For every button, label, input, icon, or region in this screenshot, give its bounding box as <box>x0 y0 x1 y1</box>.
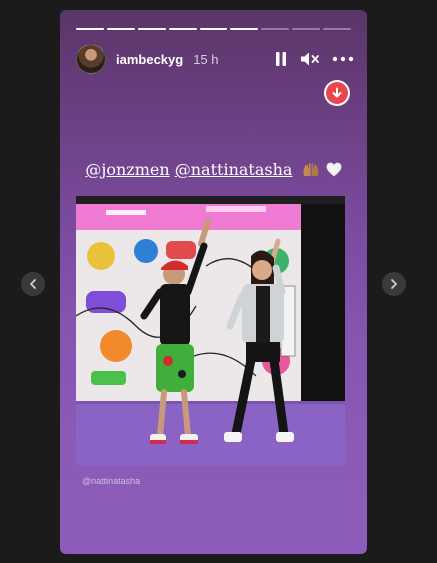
more-options-icon[interactable] <box>332 56 354 62</box>
pause-icon[interactable] <box>274 51 288 67</box>
story-photo <box>76 196 345 465</box>
mention-link-nattinatasha[interactable]: @nattinatasha <box>175 160 293 179</box>
mention-link-jonzmen[interactable]: @jonzmen <box>85 160 169 179</box>
progress-segment <box>199 28 228 30</box>
story-timestamp: 15 h <box>193 51 219 67</box>
progress-segment <box>323 28 352 30</box>
white-heart-emoji <box>326 162 342 177</box>
progress-segment <box>230 28 259 30</box>
raising-hands-emoji <box>303 163 318 176</box>
progress-segment <box>261 28 290 30</box>
previous-story-button[interactable] <box>21 272 45 296</box>
story-viewer[interactable]: iambeckyg 15 h @jonzmen @nattinatasha @n… <box>60 10 367 554</box>
progress-segment <box>137 28 166 30</box>
download-arrow-icon <box>332 87 342 98</box>
story-caption: @jonzmen @nattinatasha <box>60 160 367 179</box>
story-progress-bar <box>76 28 352 30</box>
story-header: iambeckyg 15 h <box>76 44 354 74</box>
next-story-button[interactable] <box>382 272 406 296</box>
photo-credit: @nattinatasha <box>82 476 141 486</box>
progress-segment <box>292 28 321 30</box>
chevron-left-icon <box>30 279 36 289</box>
avatar[interactable] <box>76 44 106 74</box>
progress-segment <box>76 28 104 30</box>
progress-segment <box>106 28 135 30</box>
username[interactable]: iambeckyg <box>116 52 183 67</box>
chevron-right-icon <box>391 279 397 289</box>
speaker-muted-icon[interactable] <box>300 51 320 67</box>
dance-photo-illustration <box>76 196 345 465</box>
progress-segment <box>168 28 197 30</box>
save-story-button[interactable] <box>326 82 348 104</box>
